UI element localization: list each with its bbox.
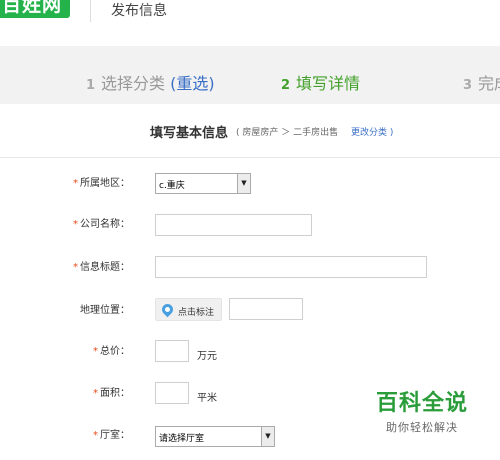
top-bar: 百姓网 发布信息 [0, 0, 500, 36]
price-unit: 万元 [197, 351, 217, 362]
progress-steps: 1 选择分类 (重选) 2 填写详情 3 完成 [0, 46, 500, 104]
location-label: 地理位置： [80, 301, 130, 316]
price-label: * 总价： [93, 342, 130, 357]
breadcrumb-path: ( 房屋房产 ＞ 二手房出售 [236, 128, 339, 138]
title-label-text: 信息标题： [80, 262, 130, 273]
region-select-value: c.重庆 [159, 181, 185, 191]
section-title: 填写基本信息 [150, 126, 229, 141]
step-label: 填写详情 [296, 74, 361, 93]
step-select-category: 1 选择分类 (重选) [86, 70, 215, 94]
location-input[interactable] [229, 298, 303, 320]
mark-location-button[interactable]: 点击标注 [155, 298, 222, 321]
company-label-text: 公司名称： [80, 219, 130, 230]
watermark-sub: 助你轻松解决 [386, 421, 458, 434]
total-price-input[interactable] [155, 340, 189, 362]
price-label-text: 总价： [100, 346, 130, 357]
step-label: 完成 [478, 74, 500, 93]
rooms-label-text: 厅室： [100, 430, 130, 441]
step-number: 1 [86, 78, 96, 93]
logo-text: 百姓网 [2, 0, 63, 16]
region-label: * 所属地区： [73, 174, 130, 189]
company-name-input[interactable] [155, 214, 312, 236]
required-mark: * [73, 262, 78, 273]
chevron-down-icon: ▼ [261, 427, 274, 446]
location-label-text: 地理位置： [80, 305, 130, 316]
title-label: * 信息标题： [73, 258, 130, 273]
area-label: * 面积： [93, 384, 130, 399]
area-unit: 平米 [197, 393, 217, 404]
required-mark: * [93, 388, 98, 399]
required-mark: * [93, 346, 98, 357]
info-title-input[interactable] [155, 256, 427, 278]
region-label-text: 所属地区： [80, 178, 130, 189]
area-label-text: 面积： [100, 388, 130, 399]
step-number: 3 [463, 78, 473, 93]
company-label: * 公司名称： [73, 215, 130, 230]
section-header: 填写基本信息 ( 房屋房产 ＞ 二手房出售 更改分类 ) [0, 104, 500, 158]
step-complete: 3 完成 [463, 70, 500, 94]
change-category-link[interactable]: 更改分类 ) [351, 128, 393, 138]
chevron-down-icon: ▼ [237, 174, 250, 193]
rooms-label: * 厅室： [93, 426, 130, 441]
step-fill-details: 2 填写详情 [281, 70, 360, 94]
header-divider [90, 0, 91, 22]
rooms-select-value: 请选择厅室 [159, 434, 205, 444]
reselect-link[interactable]: (重选) [170, 74, 215, 93]
mark-location-label: 点击标注 [178, 308, 215, 318]
required-mark: * [73, 219, 78, 230]
step-number: 2 [281, 78, 291, 93]
category-breadcrumb: ( 房屋房产 ＞ 二手房出售 更改分类 ) [236, 125, 393, 138]
region-select[interactable]: c.重庆 ▼ [155, 173, 251, 194]
step-label: 选择分类 [101, 74, 166, 93]
watermark-main: 百科全说 [375, 391, 468, 416]
map-pin-icon [159, 301, 176, 318]
watermark: 百科全说 助你轻松解决 [367, 385, 477, 435]
area-input[interactable] [155, 382, 189, 404]
required-mark: * [73, 178, 78, 189]
page-title: 发布信息 [111, 3, 167, 19]
site-logo[interactable]: 百姓网 [0, 0, 70, 18]
rooms-select[interactable]: 请选择厅室 ▼ [155, 426, 275, 447]
required-mark: * [93, 430, 98, 441]
